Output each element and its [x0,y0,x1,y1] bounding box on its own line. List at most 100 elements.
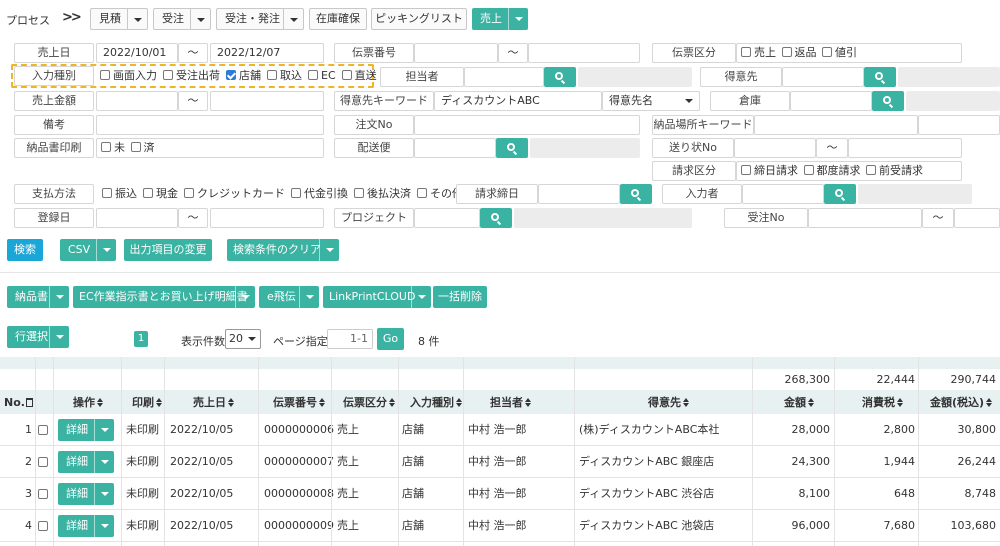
remarks-input[interactable] [96,115,324,135]
detail-button[interactable]: 詳細 [58,451,114,473]
detail-dropdown-toggle[interactable] [94,483,114,505]
entry-by-search-button[interactable] [824,184,856,204]
staff-input[interactable] [464,67,544,87]
linkprint-button[interactable]: LinkPrintCLOUD [323,286,431,308]
slip-no-to-input[interactable] [528,43,640,63]
payment-deferred-checkbox[interactable]: 後払決済 [354,187,417,200]
input-type-screen-checkbox[interactable]: 画面入力 [100,69,163,82]
customer-search-button[interactable] [864,67,896,87]
slip-type-return-checkbox[interactable]: 返品 [780,46,817,59]
detail-button[interactable]: 詳細 [58,515,114,537]
clear-dropdown-toggle[interactable] [319,239,339,261]
process-order-purchase-button[interactable]: 受注・発注 [216,8,304,30]
col-type-header[interactable]: 伝票区分 [343,396,395,410]
estimate-dropdown-toggle[interactable] [127,9,147,29]
input-type-import-checkbox[interactable]: 取込 [267,69,308,82]
go-button[interactable]: Go [377,328,404,350]
receive-no-to-input[interactable] [954,208,1000,228]
warehouse-input[interactable] [790,91,872,111]
sale-date-from-input[interactable]: 2022/10/01 [96,43,178,63]
bulk-delete-button[interactable]: 一括削除 [433,286,487,308]
payment-transfer-checkbox[interactable]: 振込 [102,187,143,200]
order-dropdown-toggle[interactable] [190,9,210,29]
shipping-input[interactable] [414,138,496,158]
col-staff-header[interactable]: 担当者 [490,396,531,410]
staff-search-button[interactable] [544,67,576,87]
order-purchase-dropdown-toggle[interactable] [283,9,303,29]
process-order-button[interactable]: 受注 [153,8,211,30]
linkprint-dropdown-toggle[interactable] [411,286,431,308]
search-button[interactable]: 検索 [7,239,43,261]
csv-button[interactable]: CSV [60,239,116,261]
amount-to-input[interactable] [210,91,324,111]
delivery-print-printed-checkbox[interactable]: 済 [129,141,155,154]
receive-no-from-input[interactable] [808,208,922,228]
trash-icon[interactable] [25,398,33,407]
customer-input[interactable] [782,67,864,87]
ec-instruction-button[interactable]: EC作業指示書とお買い上げ明細書 [73,286,255,308]
detail-dropdown-toggle[interactable] [94,451,114,473]
project-input[interactable] [414,208,480,228]
process-estimate-button[interactable]: 見積 [90,8,148,30]
slip-no-from-input[interactable] [414,43,498,63]
payment-cash-checkbox[interactable]: 現金 [143,187,184,200]
sale-date-to-input[interactable]: 2022/12/07 [210,43,324,63]
customer-keyword-input[interactable]: ディスカウントABC [434,91,602,111]
billing-close-search-button[interactable] [620,184,652,204]
invoice-no-to-input[interactable] [848,138,962,158]
invoice-no-from-input[interactable] [734,138,816,158]
row-checkbox[interactable] [38,521,48,531]
customer-keyword-select[interactable]: 得意先名 [602,91,700,111]
page-badge[interactable]: 1 [134,331,148,347]
detail-dropdown-toggle[interactable] [94,419,114,441]
delivery-keyword-input[interactable] [754,115,918,135]
row-select-dropdown-toggle[interactable] [49,326,69,348]
col-tax-header[interactable]: 消費税 [862,396,903,410]
payment-cod-checkbox[interactable]: 代金引換 [291,187,354,200]
process-sales-button[interactable]: 売上 [472,8,528,30]
col-total-header[interactable]: 金額(税込) [930,396,993,410]
ehiden-button[interactable]: e飛伝 [259,286,319,308]
billing-close-checkbox[interactable]: 締日請求 [741,164,798,177]
col-input-header[interactable]: 入力種別 [410,396,462,410]
slip-type-discount-checkbox[interactable]: 値引 [820,46,857,59]
ehiden-dropdown-toggle[interactable] [299,286,319,308]
input-type-order-ship-checkbox[interactable]: 受注出荷 [163,69,226,82]
clear-conditions-button[interactable]: 検索条件のクリア [227,239,339,261]
col-date-header[interactable]: 売上日 [193,396,234,410]
billing-each-checkbox[interactable]: 都度請求 [802,164,861,177]
billing-close-date-input[interactable] [538,184,620,204]
delivery-print-unprinted-checkbox[interactable]: 未 [101,141,125,154]
col-amount-header[interactable]: 金額 [784,396,814,410]
page-input[interactable]: 1-1 [327,329,373,349]
amount-from-input[interactable] [96,91,178,111]
entry-by-input[interactable] [742,184,824,204]
sales-dropdown-toggle[interactable] [508,8,528,30]
output-change-button[interactable]: 出力項目の変更 [124,239,212,261]
reg-date-to-input[interactable] [210,208,324,228]
detail-button[interactable]: 詳細 [58,483,114,505]
input-type-direct-checkbox[interactable]: 直送 [341,69,383,82]
per-page-select[interactable]: 20 [225,329,261,349]
input-type-store-checkbox[interactable]: 店舗 [226,69,267,82]
row-select-button[interactable]: 行選択 [7,326,69,348]
row-checkbox[interactable] [38,425,48,435]
billing-prepaid-checkbox[interactable]: 前受請求 [864,164,923,177]
detail-dropdown-toggle[interactable] [94,515,114,537]
col-slip-header[interactable]: 伝票番号 [273,396,325,410]
delivery-keyword-extra[interactable] [918,115,1000,135]
shipping-search-button[interactable] [496,138,528,158]
project-search-button[interactable] [480,208,512,228]
detail-button[interactable]: 詳細 [58,419,114,441]
col-print-header[interactable]: 印刷 [132,396,162,410]
process-picking-button[interactable]: ピッキングリスト [371,8,467,30]
warehouse-search-button[interactable] [872,91,904,111]
row-checkbox[interactable] [38,457,48,467]
delivery-note-dropdown-toggle[interactable] [49,286,69,308]
ec-instruction-dropdown-toggle[interactable] [235,286,255,308]
process-stock-button[interactable]: 在庫確保 [309,8,367,30]
input-type-ec-checkbox[interactable]: EC [308,69,342,82]
order-no-input[interactable] [414,115,640,135]
payment-card-checkbox[interactable]: クレジットカード [184,187,291,200]
slip-type-sales-checkbox[interactable]: 売上 [741,46,776,59]
